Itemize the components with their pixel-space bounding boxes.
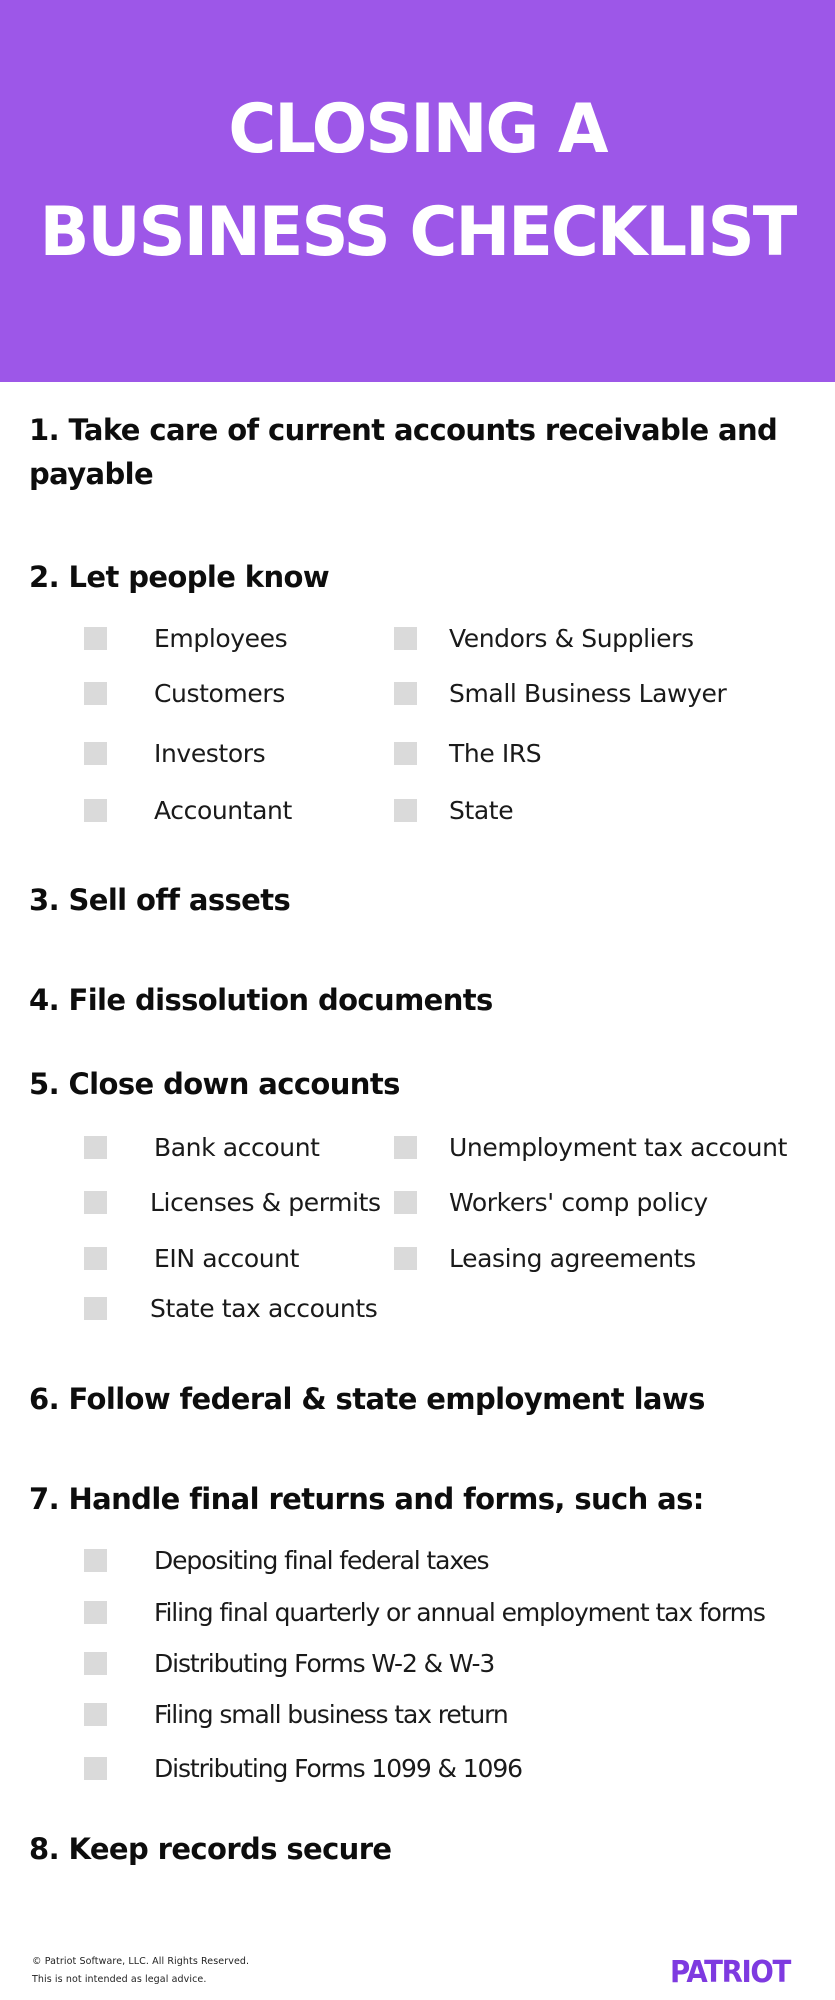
checklist-item-label: Distributing Forms 1099 & 1096 bbox=[154, 1753, 523, 1783]
checklist-item-label: Leasing agreements bbox=[449, 1243, 696, 1273]
title-banner: CLOSING A BUSINESS CHECKLIST bbox=[0, 0, 835, 382]
checklist-item[interactable]: Workers' comp policy bbox=[394, 1187, 708, 1217]
checkbox-icon[interactable] bbox=[84, 741, 107, 765]
checklist-item-label: Depositing final federal taxes bbox=[154, 1545, 490, 1575]
checklist-item[interactable]: Customers bbox=[84, 678, 285, 708]
checklist-item-label: Small Business Lawyer bbox=[449, 678, 727, 708]
checklist-item-label: Bank account bbox=[154, 1132, 320, 1162]
disclaimer-text: This is not intended as legal advice. bbox=[32, 1974, 207, 1985]
banner-title-line-1: CLOSING A bbox=[228, 90, 608, 169]
checklist-item[interactable]: The IRS bbox=[394, 738, 542, 768]
patriot-logo: PATRIOT bbox=[670, 1955, 791, 1990]
step-7-heading: 7. Handle final returns and forms, such … bbox=[29, 1482, 704, 1516]
checkbox-icon[interactable] bbox=[84, 1600, 107, 1624]
checkbox-icon[interactable] bbox=[84, 626, 107, 650]
checkbox-icon[interactable] bbox=[84, 1190, 107, 1214]
checkbox-icon[interactable] bbox=[394, 681, 417, 705]
checklist-item[interactable]: Depositing final federal taxes bbox=[84, 1545, 490, 1575]
checklist-item[interactable]: Leasing agreements bbox=[394, 1243, 696, 1273]
checklist-item-label: Filing small business tax return bbox=[154, 1699, 509, 1729]
checkbox-icon[interactable] bbox=[84, 1756, 107, 1780]
checkbox-icon[interactable] bbox=[394, 1190, 417, 1214]
checklist-item-label: Investors bbox=[154, 738, 266, 768]
checkbox-icon[interactable] bbox=[394, 626, 417, 650]
step-2-heading: 2. Let people know bbox=[29, 560, 330, 594]
checkbox-icon[interactable] bbox=[84, 681, 107, 705]
checklist-item-label: State tax accounts bbox=[150, 1293, 378, 1323]
checkbox-icon[interactable] bbox=[84, 798, 107, 822]
checklist-item-label: Customers bbox=[154, 678, 285, 708]
checklist-item-label: State bbox=[449, 795, 514, 825]
checkbox-icon[interactable] bbox=[394, 1135, 417, 1159]
checklist-item-label: Workers' comp policy bbox=[449, 1187, 708, 1217]
checklist-item[interactable]: Accountant bbox=[84, 795, 292, 825]
checklist-item[interactable]: Distributing Forms 1099 & 1096 bbox=[84, 1753, 523, 1783]
checklist-item[interactable]: State bbox=[394, 795, 514, 825]
checkbox-icon[interactable] bbox=[84, 1702, 107, 1726]
checklist-item[interactable]: Bank account bbox=[84, 1132, 320, 1162]
checkbox-icon[interactable] bbox=[84, 1548, 107, 1572]
checklist-item[interactable]: Employees bbox=[84, 623, 288, 653]
checkbox-icon[interactable] bbox=[84, 1246, 107, 1270]
checkbox-icon[interactable] bbox=[84, 1296, 107, 1320]
checkbox-icon[interactable] bbox=[84, 1651, 107, 1675]
banner-title-line-2: BUSINESS CHECKLIST bbox=[39, 193, 798, 272]
checklist-item-label: Employees bbox=[154, 623, 288, 653]
step-1-heading: 1. Take care of current accounts receiva… bbox=[29, 413, 778, 491]
checklist-item[interactable]: Filing small business tax return bbox=[84, 1699, 509, 1729]
checklist-item[interactable]: Vendors & Suppliers bbox=[394, 623, 694, 653]
checklist-item[interactable]: EIN account bbox=[84, 1243, 299, 1273]
step-8-heading: 8. Keep records secure bbox=[29, 1832, 392, 1866]
step-3-heading: 3. Sell off assets bbox=[29, 883, 291, 917]
checklist-item[interactable]: Distributing Forms W-2 & W-3 bbox=[84, 1648, 495, 1678]
checkbox-icon[interactable] bbox=[394, 1246, 417, 1270]
checklist-item-label: EIN account bbox=[154, 1243, 300, 1273]
checklist-item[interactable]: Small Business Lawyer bbox=[394, 678, 727, 708]
checklist-item[interactable]: Investors bbox=[84, 738, 266, 768]
checklist-item-label: Vendors & Suppliers bbox=[449, 623, 694, 653]
checklist-item-label: The IRS bbox=[449, 738, 542, 768]
checklist-item-label: Filing final quarterly or annual employm… bbox=[154, 1597, 766, 1627]
checkbox-icon[interactable] bbox=[394, 741, 417, 765]
step-4-heading: 4. File dissolution documents bbox=[29, 983, 493, 1017]
checklist-item[interactable]: Licenses & permits bbox=[84, 1187, 381, 1217]
checklist-item-label: Unemployment tax account bbox=[449, 1132, 787, 1162]
checklist-item[interactable]: State tax accounts bbox=[84, 1293, 378, 1323]
checkbox-icon[interactable] bbox=[84, 1135, 107, 1159]
checklist-item-label: Licenses & permits bbox=[150, 1187, 381, 1217]
checklist-item[interactable]: Filing final quarterly or annual employm… bbox=[84, 1597, 766, 1627]
checklist-item[interactable]: Unemployment tax account bbox=[394, 1132, 787, 1162]
checklist-item-label: Distributing Forms W-2 & W-3 bbox=[154, 1648, 495, 1678]
checkbox-icon[interactable] bbox=[394, 798, 417, 822]
copyright-text: © Patriot Software, LLC. All Rights Rese… bbox=[32, 1956, 250, 1967]
checklist-item-label: Accountant bbox=[154, 795, 292, 825]
step-5-heading: 5. Close down accounts bbox=[29, 1067, 400, 1101]
step-6-heading: 6. Follow federal & state employment law… bbox=[29, 1382, 705, 1416]
